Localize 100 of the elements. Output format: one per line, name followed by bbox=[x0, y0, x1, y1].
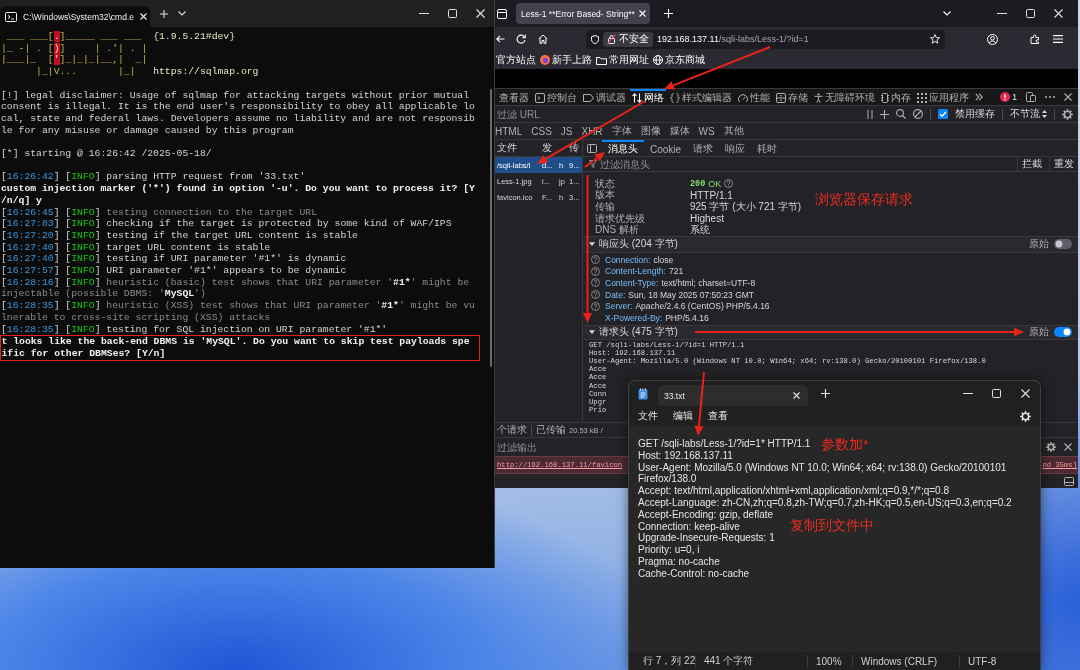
type-filter-button[interactable]: 字体 bbox=[611, 124, 632, 138]
devtools-tab[interactable]: 应用程序 bbox=[915, 89, 971, 105]
gear-icon[interactable] bbox=[1046, 442, 1056, 452]
checkbox[interactable] bbox=[938, 109, 948, 119]
star-icon[interactable] bbox=[930, 34, 940, 44]
column-header[interactable]: 传 bbox=[567, 141, 583, 155]
minimize-icon[interactable] bbox=[962, 393, 973, 394]
double-chevron-icon[interactable] bbox=[975, 93, 983, 101]
terminal-line: cal, state and federal laws. Developers assume no liability and are not responsib bbox=[1, 112, 475, 125]
block-icon[interactable] bbox=[913, 109, 923, 119]
panel-tab[interactable]: 响应 bbox=[719, 140, 752, 156]
console-icon bbox=[535, 93, 545, 103]
menu-icon[interactable] bbox=[1053, 35, 1063, 43]
maximize-icon[interactable] bbox=[447, 9, 457, 18]
terminal-line: |_|V... |_| https://sqlmap.org bbox=[35, 66, 259, 78]
bookmark[interactable]: 常用网址 bbox=[596, 53, 649, 67]
devtools-tab[interactable]: 调试器 bbox=[581, 89, 628, 105]
devtools-tab[interactable]: 查看器 bbox=[497, 89, 531, 105]
bookmark[interactable]: 京东商城 bbox=[653, 53, 705, 67]
panel-tab[interactable]: 耗时 bbox=[751, 140, 784, 156]
chevron-down-icon[interactable] bbox=[178, 11, 186, 16]
header-action-button[interactable]: 重发 bbox=[1049, 157, 1078, 171]
menu-item[interactable]: 查看 bbox=[708, 409, 728, 423]
search-icon[interactable] bbox=[896, 109, 906, 119]
terminal-line: [16:26:45] [INFO] testing connection to the target URL bbox=[1, 206, 317, 219]
menu-item[interactable]: 文件 bbox=[638, 409, 658, 423]
close-icon[interactable] bbox=[1064, 93, 1072, 101]
error-count-button[interactable]: 1 bbox=[1000, 92, 1017, 102]
window-icon[interactable] bbox=[497, 8, 507, 19]
gear-icon[interactable] bbox=[1062, 108, 1073, 120]
browser-tab[interactable]: Less-1 **Error Based- String** bbox=[516, 3, 650, 24]
address-bar[interactable]: 不安全 192.168.137.11/sqli-labs/Less-1/?id=1 bbox=[586, 29, 945, 49]
puzzle-icon[interactable] bbox=[1030, 34, 1040, 44]
plus-icon[interactable] bbox=[160, 9, 168, 18]
terminal-tab[interactable]: C:\Windows\System32\cmd.e bbox=[0, 6, 150, 27]
help-icon[interactable] bbox=[591, 301, 600, 311]
terminal-line: [16:28:35] [INFO] testing for SQL injection on URI parameter '#1*' bbox=[1, 323, 388, 336]
checkbox-label[interactable]: 禁用缓存 bbox=[955, 107, 995, 121]
toggle-switch[interactable] bbox=[1054, 327, 1072, 338]
panel-tab[interactable]: 请求 bbox=[687, 140, 720, 156]
text-editor[interactable] bbox=[629, 426, 1040, 652]
section-header[interactable]: 请求头 (475 字节) 原始 bbox=[583, 324, 1078, 340]
column-header[interactable]: 文件 bbox=[495, 141, 540, 155]
close-icon[interactable] bbox=[1064, 443, 1072, 451]
status-bar-item: Windows (CRLF) bbox=[861, 655, 938, 667]
console-filter-field[interactable]: 过滤输出 bbox=[497, 440, 597, 454]
devices-icon[interactable] bbox=[1026, 92, 1036, 102]
security-chip[interactable]: 不安全 bbox=[603, 31, 653, 47]
devtools-tab[interactable]: 存储 bbox=[774, 89, 810, 105]
shield-icon[interactable] bbox=[591, 34, 599, 44]
gear-icon[interactable] bbox=[1020, 410, 1031, 422]
back-arrow-icon[interactable] bbox=[496, 35, 505, 43]
panel-tab[interactable]: Cookie bbox=[644, 140, 688, 156]
devtools-tab[interactable]: 内存 bbox=[879, 89, 913, 105]
reload-icon[interactable] bbox=[516, 34, 526, 44]
type-filter-button[interactable]: WS bbox=[698, 125, 715, 137]
devtools-tab[interactable]: 控制台 bbox=[533, 89, 579, 105]
sidebar-icon[interactable] bbox=[587, 143, 597, 153]
pause-icon[interactable] bbox=[867, 109, 873, 119]
maximize-icon[interactable] bbox=[1025, 9, 1035, 18]
help-icon[interactable] bbox=[591, 255, 600, 265]
plus-icon[interactable] bbox=[880, 109, 889, 119]
help-icon[interactable] bbox=[591, 266, 600, 276]
menu-item[interactable]: 编辑 bbox=[673, 409, 693, 423]
help-icon[interactable] bbox=[724, 179, 734, 189]
type-filter-button[interactable]: HTML bbox=[495, 125, 523, 137]
text-line: Firefox/138.0 bbox=[638, 473, 697, 486]
expand-triangle-icon[interactable] bbox=[589, 241, 595, 248]
maximize-icon[interactable] bbox=[992, 389, 1001, 398]
field-value: 系统 bbox=[690, 224, 710, 238]
panel-icon[interactable] bbox=[1064, 476, 1074, 486]
notepad-tab[interactable]: 33.txt bbox=[658, 385, 808, 406]
terminal-line: /n/q] y bbox=[1, 194, 42, 207]
type-filter-button[interactable]: 其他 bbox=[723, 124, 744, 138]
header-action-button[interactable]: 拦截 bbox=[1017, 157, 1046, 171]
type-filter-button[interactable]: CSS bbox=[531, 125, 552, 137]
terminal-line: [16:27:20] [INFO] testing if the target URL content is stable bbox=[1, 229, 358, 242]
section-header[interactable]: 响应头 (204 字节) 原始 bbox=[583, 235, 1078, 253]
type-filter-button[interactable]: 媒体 bbox=[669, 124, 690, 138]
url-filter-field[interactable]: 过滤 URL bbox=[497, 107, 867, 121]
bookmark[interactable]: 新手上路 bbox=[540, 53, 592, 67]
folder-icon bbox=[596, 55, 607, 65]
column-header[interactable]: 发 bbox=[540, 141, 557, 155]
terminal-line: lnerable to cross-site scripting (XSS) attacks bbox=[1, 311, 271, 324]
type-filter-button[interactable]: 图像 bbox=[640, 124, 661, 138]
throttling-dropdown[interactable]: 不节流 bbox=[1010, 107, 1047, 121]
text-line: Cache-Control: no-cache bbox=[638, 567, 750, 580]
help-icon[interactable] bbox=[591, 290, 600, 300]
help-icon[interactable] bbox=[591, 278, 600, 288]
toggle-switch[interactable] bbox=[1054, 239, 1072, 250]
expand-triangle-icon[interactable] bbox=[589, 329, 595, 336]
scrollbar[interactable] bbox=[490, 89, 492, 367]
home-icon[interactable] bbox=[538, 34, 548, 44]
header-filter-field[interactable]: 过滤消息头 bbox=[600, 157, 1014, 171]
devtools-tab[interactable]: 性能 bbox=[736, 89, 772, 105]
devtools-tab[interactable]: 样式编辑器 bbox=[668, 89, 734, 105]
devtools-tab[interactable]: 无障碍环境 bbox=[812, 89, 877, 105]
bookmark[interactable]: 官方站点 bbox=[496, 53, 536, 67]
account-icon[interactable] bbox=[987, 33, 998, 45]
type-filter-button[interactable]: JS bbox=[560, 125, 573, 137]
